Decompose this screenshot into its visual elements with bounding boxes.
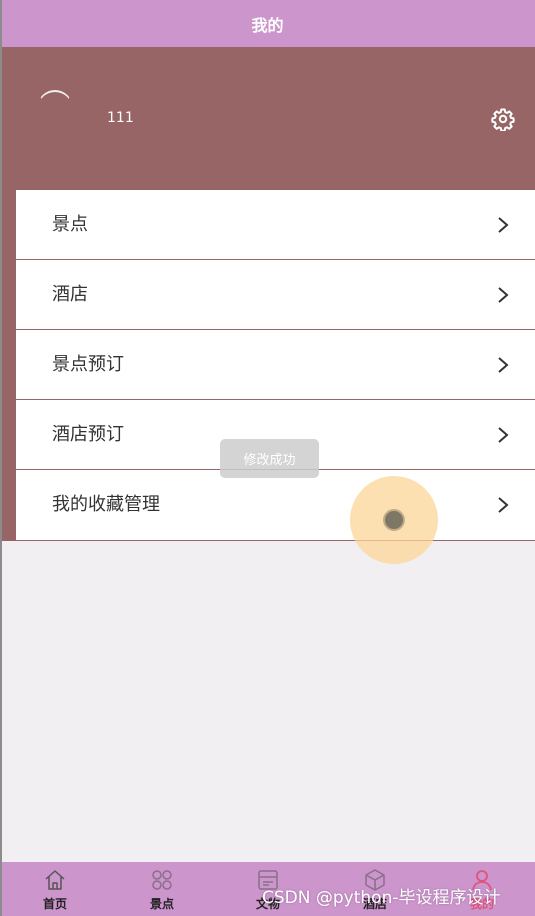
watermark: CSDN @python-毕设程序设计 <box>262 888 501 908</box>
touch-indicator <box>350 476 438 564</box>
menu-item-label: 酒店 <box>52 284 88 305</box>
touch-point <box>383 509 405 531</box>
top-navigation-bar: 我的 <box>0 0 535 47</box>
avatar-image <box>37 90 73 122</box>
tab-label: 景点 <box>149 897 174 911</box>
chevron-right-icon <box>498 287 509 303</box>
tab-scenic[interactable]: 景点 <box>117 862 207 916</box>
menu-list: 景点 酒店 景点预订 酒店预订 我的收藏管理 <box>16 190 535 541</box>
tab-label: 首页 <box>42 897 67 911</box>
home-icon <box>45 870 65 890</box>
gear-icon <box>491 108 515 132</box>
profile-header-side <box>2 190 16 541</box>
chevron-right-icon <box>498 217 509 233</box>
grid-icon <box>152 870 172 890</box>
toast-message: 修改成功 <box>220 439 319 478</box>
toast-text: 修改成功 <box>243 453 296 468</box>
settings-button[interactable] <box>491 107 515 132</box>
menu-item-label: 景点 <box>52 214 88 235</box>
menu-item-favorites[interactable]: 我的收藏管理 <box>16 470 535 541</box>
menu-item-scenic-booking[interactable]: 景点预订 <box>16 330 535 400</box>
profile-header <box>2 47 535 190</box>
menu-item-label: 景点预订 <box>52 354 124 375</box>
menu-item-label: 我的收藏管理 <box>52 494 160 515</box>
menu-item-hotel[interactable]: 酒店 <box>16 260 535 330</box>
avatar[interactable] <box>33 82 73 122</box>
tab-home[interactable]: 首页 <box>10 862 100 916</box>
username: 111 <box>107 110 134 126</box>
chevron-right-icon <box>498 357 509 373</box>
left-edge-strip <box>0 0 2 916</box>
chevron-right-icon <box>498 427 509 443</box>
menu-item-label: 酒店预订 <box>52 424 124 445</box>
menu-item-scenic[interactable]: 景点 <box>16 190 535 260</box>
chevron-right-icon <box>498 497 509 513</box>
page-title: 我的 <box>251 15 284 35</box>
